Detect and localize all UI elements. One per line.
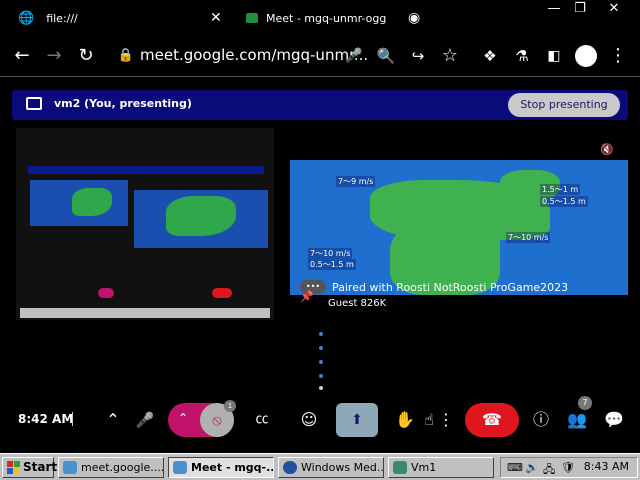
close-tab-icon[interactable]: ✕	[210, 10, 222, 26]
lock-icon: 🔒	[117, 48, 135, 63]
mini-controls	[36, 288, 266, 298]
taskbar-item-vm1[interactable]: Vm1	[388, 457, 494, 478]
map-label: 1.5～1 m	[540, 184, 581, 195]
zoom-icon[interactable]: 🔍	[374, 44, 398, 68]
profile-avatar[interactable]	[574, 44, 598, 68]
meet-icon	[246, 13, 258, 23]
media-player-icon	[283, 461, 297, 474]
map-label: 7～10 m/s	[506, 232, 551, 243]
loading-dots	[316, 330, 326, 390]
taskbar-item-meet-mgq[interactable]: Meet - mgq-...	[168, 457, 274, 478]
raise-hand-icon[interactable]: ✋	[394, 402, 416, 438]
presenting-text: vm2 (You, presenting)	[54, 97, 192, 110]
network-icon[interactable]: 🖧	[543, 461, 555, 480]
system-clock: 8:43 AM	[583, 460, 629, 473]
share-icon[interactable]: ↪	[406, 44, 430, 68]
chat-icon[interactable]: 💬	[602, 402, 626, 438]
tab-title: file:///	[46, 11, 78, 25]
start-button[interactable]: Start	[2, 457, 58, 478]
taskbar-item-windows-media[interactable]: Windows Med...	[278, 457, 384, 478]
record-icon: ◉	[408, 10, 421, 26]
volume-icon[interactable]: 🔊	[525, 461, 539, 474]
map-label: 7～10 m/s	[308, 248, 353, 259]
tab-title: Meet - mgq-unmr-ogg	[266, 11, 387, 25]
info-icon[interactable]: ⓘ	[530, 402, 552, 438]
task-label: meet.google....	[81, 461, 164, 474]
cursor-hand-icon: ☝	[424, 410, 434, 429]
close-window-button[interactable]: ✕	[600, 0, 628, 18]
taskbar-item-meet-google[interactable]: meet.google....	[58, 457, 164, 478]
mini-land	[72, 188, 112, 216]
address-bar-row: ← → ↻ 🔒 meet.google.com/mgq-unmr... 🎤 🔍 …	[0, 36, 640, 76]
meeting-clock: 8:42 AM	[18, 412, 74, 426]
task-label: Windows Med...	[301, 461, 384, 474]
windows-taskbar: Start meet.google.... Meet - mgq-... Win…	[0, 453, 640, 480]
back-button[interactable]: ←	[10, 44, 34, 68]
forward-button[interactable]: →	[42, 44, 66, 68]
keyboard-icon[interactable]: ⌨	[507, 461, 523, 474]
remote-video-tile: 7～9 m/s 1.5～1 m 0.5～1.5 m 7～10 m/s 0.5～1…	[290, 160, 628, 295]
pin-icon[interactable]: 📌	[300, 290, 314, 303]
mic-button[interactable]: 🎤	[134, 402, 156, 438]
toolbar-divider	[0, 76, 640, 77]
stop-presenting-button[interactable]: Stop presenting	[508, 93, 620, 117]
end-call-button[interactable]: ☎	[465, 403, 519, 437]
chevron-up-icon: ⌃	[178, 411, 189, 425]
task-label: Vm1	[411, 461, 437, 474]
labs-flask-icon[interactable]: ⚗	[510, 44, 534, 68]
presenting-banner: vm2 (You, presenting) Stop presenting	[12, 90, 628, 120]
browser-tab-strip: 🌐 file:/// ✕ Meet - mgq-unmr-ogg ◉ — ❐ ✕	[0, 0, 640, 36]
mini-taskbar	[20, 308, 270, 318]
windows-flag-icon	[7, 461, 20, 474]
globe-icon: 🌐	[18, 10, 35, 26]
captions-icon[interactable]: ㏄	[250, 402, 274, 438]
present-screen-icon	[26, 97, 42, 110]
present-screen-button[interactable]: ⬆	[336, 403, 378, 437]
tab-file[interactable]: 🌐 file:/// ✕	[18, 4, 228, 32]
url-field[interactable]: meet.google.com/mgq-unmr...	[140, 46, 368, 64]
mic-off-icon: 🔇	[600, 143, 614, 156]
chrome-icon	[173, 461, 187, 474]
map-label: 7～9 m/s	[336, 176, 376, 187]
side-panel-icon[interactable]: ◧	[542, 44, 566, 68]
participant-name: Guest 826K	[328, 298, 387, 309]
meeting-controls: 8:42 AM ⌃ 🎤 ⌃ ⦸ 1 ㏄ ☺ ⬆ ✋ ☝ ⋮ ☎ ⓘ 👥 💬	[0, 400, 640, 440]
start-label: Start	[23, 460, 58, 474]
camera-badge: 1	[224, 400, 236, 412]
system-tray: ⌨ 🔊 🖧 🛡 8:43 AM	[500, 457, 638, 478]
paired-caption: Paired with Roosti NotRoosti ProGame2023	[332, 281, 569, 294]
bookmark-star-icon[interactable]: ☆	[438, 44, 462, 68]
map-label: 0.5～1.5 m	[308, 259, 356, 270]
mini-banner	[28, 166, 264, 174]
chrome-icon	[63, 461, 77, 474]
reload-button[interactable]: ↻	[74, 44, 98, 68]
more-options-icon[interactable]: ⋮	[438, 402, 454, 438]
vm-icon	[393, 461, 407, 474]
restore-button[interactable]: ❐	[566, 0, 594, 18]
mini-land	[166, 196, 236, 236]
self-preview-tile	[16, 128, 274, 320]
emoji-icon[interactable]: ☺	[296, 402, 322, 438]
map-label: 0.5～1.5 m	[540, 196, 588, 207]
security-icon[interactable]: 🛡	[561, 461, 575, 474]
browser-menu-icon[interactable]: ⋮	[606, 44, 630, 68]
chevron-up-icon[interactable]: ⌃	[102, 402, 124, 438]
people-count-badge: 7	[578, 396, 592, 410]
task-label: Meet - mgq-...	[191, 461, 274, 474]
mic-icon[interactable]: 🎤	[342, 44, 366, 68]
tab-meet[interactable]: Meet - mgq-unmr-ogg ◉	[246, 4, 426, 32]
minimize-button[interactable]: —	[540, 0, 568, 18]
extensions-icon[interactable]: ❖	[478, 44, 502, 68]
clock-divider	[72, 412, 73, 426]
